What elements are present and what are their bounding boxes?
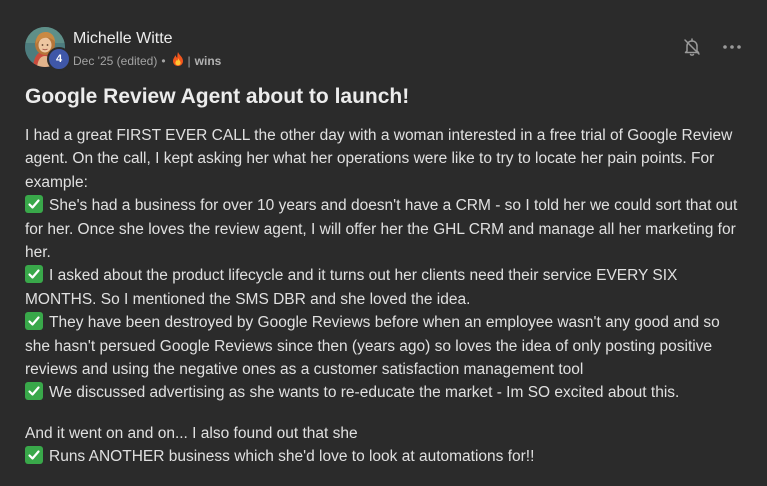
level-badge: 4 [47,47,71,71]
check-mark-icon [25,382,43,401]
bullet-item: I asked about the product lifecycle and … [25,264,740,311]
bullet-text: I asked about the product lifecycle and … [25,267,678,308]
author-name[interactable]: Michelle Witte [73,30,173,48]
fire-icon [172,52,184,69]
post-actions [682,37,742,57]
author-avatar[interactable]: 4 [25,27,71,71]
post-title: Google Review Agent about to launch! [25,85,410,108]
post-date[interactable]: Dec '25 (edited) [73,54,157,68]
post-header: 4 Michelle Witte Dec '25 (edited) • | wi… [25,27,742,71]
post-card: 4 Michelle Witte Dec '25 (edited) • | wi… [0,0,767,486]
check-mark-icon [25,195,43,214]
bullet-text: They have been destroyed by Google Revie… [25,314,720,379]
post-body: I had a great FIRST EVER CALL the other … [25,124,740,469]
bullet-text: She's had a business for over 10 years a… [25,197,738,262]
post-meta: Dec '25 (edited) • | wins [73,52,221,69]
check-mark-icon [25,265,43,284]
check-mark-icon [25,312,43,331]
body-paragraph: And it went on and on... I also found ou… [25,424,358,442]
meta-separator: | [187,53,191,68]
bullet-item: They have been destroyed by Google Revie… [25,311,740,381]
bullet-item: She's had a business for over 10 years a… [25,194,740,264]
more-options-icon[interactable] [722,37,742,57]
check-mark-icon [25,446,43,465]
bullet-item: We discussed advertising as she wants to… [25,381,740,404]
bullet-text: We discussed advertising as she wants to… [49,384,680,402]
bell-off-icon[interactable] [682,37,702,57]
bullet-text: Runs ANOTHER business which she'd love t… [49,448,535,466]
body-paragraph: I had a great FIRST EVER CALL the other … [25,127,733,191]
category-link[interactable]: wins [195,54,222,68]
meta-dot: • [161,53,166,68]
bullet-item: Runs ANOTHER business which she'd love t… [25,445,740,468]
